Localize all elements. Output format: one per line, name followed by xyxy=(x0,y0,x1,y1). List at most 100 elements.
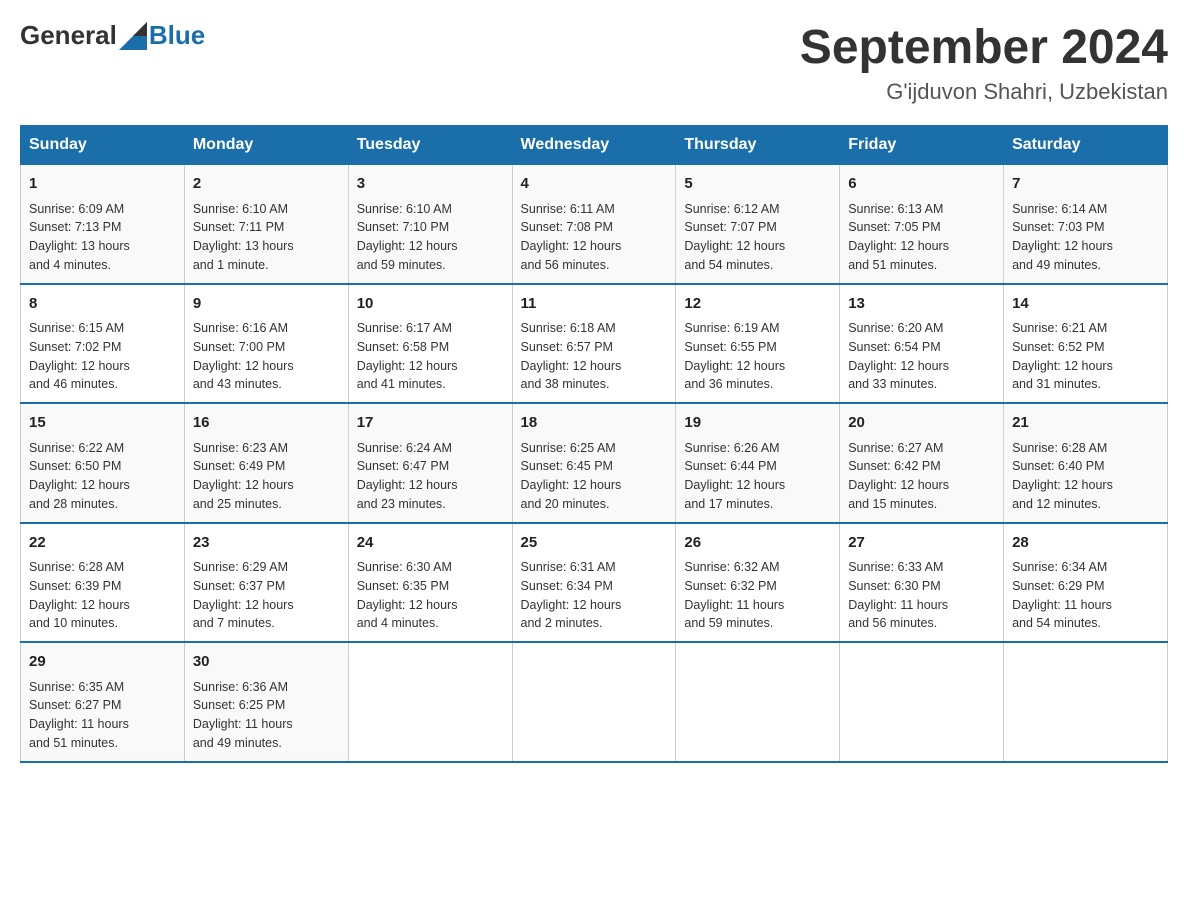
day-info: Sunrise: 6:21 AMSunset: 6:52 PMDaylight:… xyxy=(1012,319,1159,394)
calendar-cell: 28 Sunrise: 6:34 AMSunset: 6:29 PMDayligh… xyxy=(1004,523,1168,643)
day-number: 21 xyxy=(1012,412,1159,435)
calendar-cell: 24 Sunrise: 6:30 AMSunset: 6:35 PMDayligh… xyxy=(348,523,512,643)
week-row-5: 29 Sunrise: 6:35 AMSunset: 6:27 PMDayligh… xyxy=(21,642,1168,762)
day-info: Sunrise: 6:15 AMSunset: 7:02 PMDaylight:… xyxy=(29,319,176,394)
day-number: 24 xyxy=(357,532,504,555)
day-info: Sunrise: 6:18 AMSunset: 6:57 PMDaylight:… xyxy=(521,319,668,394)
calendar-cell xyxy=(840,642,1004,762)
calendar-cell: 16 Sunrise: 6:23 AMSunset: 6:49 PMDayligh… xyxy=(184,403,348,523)
day-info: Sunrise: 6:29 AMSunset: 6:37 PMDaylight:… xyxy=(193,558,340,633)
calendar-cell: 27 Sunrise: 6:33 AMSunset: 6:30 PMDayligh… xyxy=(840,523,1004,643)
calendar-table: Sunday Monday Tuesday Wednesday Thursday… xyxy=(20,125,1168,763)
day-number: 14 xyxy=(1012,293,1159,316)
calendar-cell: 11 Sunrise: 6:18 AMSunset: 6:57 PMDayligh… xyxy=(512,284,676,404)
calendar-cell: 26 Sunrise: 6:32 AMSunset: 6:32 PMDayligh… xyxy=(676,523,840,643)
day-number: 27 xyxy=(848,532,995,555)
calendar-cell: 19 Sunrise: 6:26 AMSunset: 6:44 PMDayligh… xyxy=(676,403,840,523)
calendar-cell: 22Sunrise: 6:28 AMSunset: 6:39 PMDayligh… xyxy=(21,523,185,643)
day-info: Sunrise: 6:10 AMSunset: 7:11 PMDaylight:… xyxy=(193,200,340,275)
day-number: 9 xyxy=(193,293,340,316)
day-info: Sunrise: 6:26 AMSunset: 6:44 PMDaylight:… xyxy=(684,439,831,514)
week-row-2: 8 Sunrise: 6:15 AMSunset: 7:02 PMDaylight… xyxy=(21,284,1168,404)
day-info: Sunrise: 6:36 AMSunset: 6:25 PMDaylight:… xyxy=(193,678,340,753)
day-info: Sunrise: 6:34 AMSunset: 6:29 PMDaylight:… xyxy=(1012,558,1159,633)
day-number: 6 xyxy=(848,173,995,196)
day-info: Sunrise: 6:30 AMSunset: 6:35 PMDaylight:… xyxy=(357,558,504,633)
calendar-cell: 6 Sunrise: 6:13 AMSunset: 7:05 PMDaylight… xyxy=(840,165,1004,284)
day-number: 1 xyxy=(29,173,176,196)
day-number: 18 xyxy=(521,412,668,435)
logo-blue-text: Blue xyxy=(149,20,205,51)
day-number: 5 xyxy=(684,173,831,196)
day-info: Sunrise: 6:32 AMSunset: 6:32 PMDaylight:… xyxy=(684,558,831,633)
calendar-cell: 10 Sunrise: 6:17 AMSunset: 6:58 PMDayligh… xyxy=(348,284,512,404)
day-info: Sunrise: 6:25 AMSunset: 6:45 PMDaylight:… xyxy=(521,439,668,514)
calendar-cell: 14 Sunrise: 6:21 AMSunset: 6:52 PMDayligh… xyxy=(1004,284,1168,404)
day-info: Sunrise: 6:12 AMSunset: 7:07 PMDaylight:… xyxy=(684,200,831,275)
calendar-cell xyxy=(512,642,676,762)
day-number: 30 xyxy=(193,651,340,674)
day-number: 3 xyxy=(357,173,504,196)
day-info: Sunrise: 6:14 AMSunset: 7:03 PMDaylight:… xyxy=(1012,200,1159,275)
day-info: Sunrise: 6:16 AMSunset: 7:00 PMDaylight:… xyxy=(193,319,340,394)
day-info: Sunrise: 6:17 AMSunset: 6:58 PMDaylight:… xyxy=(357,319,504,394)
day-number: 7 xyxy=(1012,173,1159,196)
calendar-cell: 29 Sunrise: 6:35 AMSunset: 6:27 PMDayligh… xyxy=(21,642,185,762)
logo-icon xyxy=(119,22,147,50)
day-info: Sunrise: 6:33 AMSunset: 6:30 PMDaylight:… xyxy=(848,558,995,633)
day-number: 8 xyxy=(29,293,176,316)
day-number: 17 xyxy=(357,412,504,435)
day-number: 10 xyxy=(357,293,504,316)
day-number: 26 xyxy=(684,532,831,555)
calendar-cell xyxy=(348,642,512,762)
col-wednesday: Wednesday xyxy=(512,126,676,165)
day-info: Sunrise: 6:13 AMSunset: 7:05 PMDaylight:… xyxy=(848,200,995,275)
day-info: Sunrise: 6:09 AMSunset: 7:13 PMDaylight:… xyxy=(29,200,176,275)
calendar-cell: 4Sunrise: 6:11 AMSunset: 7:08 PMDaylight… xyxy=(512,165,676,284)
calendar-cell: 1 Sunrise: 6:09 AMSunset: 7:13 PMDaylight… xyxy=(21,165,185,284)
calendar-cell: 2 Sunrise: 6:10 AMSunset: 7:11 PMDaylight… xyxy=(184,165,348,284)
day-number: 13 xyxy=(848,293,995,316)
day-number: 15 xyxy=(29,412,176,435)
calendar-cell: 13Sunrise: 6:20 AMSunset: 6:54 PMDayligh… xyxy=(840,284,1004,404)
day-number: 12 xyxy=(684,293,831,316)
calendar-cell: 5 Sunrise: 6:12 AMSunset: 7:07 PMDaylight… xyxy=(676,165,840,284)
calendar-title: September 2024 xyxy=(800,20,1168,75)
day-number: 11 xyxy=(521,293,668,316)
day-info: Sunrise: 6:10 AMSunset: 7:10 PMDaylight:… xyxy=(357,200,504,275)
week-row-1: 1 Sunrise: 6:09 AMSunset: 7:13 PMDaylight… xyxy=(21,165,1168,284)
calendar-cell: 23Sunrise: 6:29 AMSunset: 6:37 PMDayligh… xyxy=(184,523,348,643)
col-friday: Friday xyxy=(840,126,1004,165)
calendar-cell: 25Sunrise: 6:31 AMSunset: 6:34 PMDayligh… xyxy=(512,523,676,643)
col-saturday: Saturday xyxy=(1004,126,1168,165)
day-number: 19 xyxy=(684,412,831,435)
calendar-cell xyxy=(1004,642,1168,762)
day-number: 29 xyxy=(29,651,176,674)
calendar-subtitle: G'ijduvon Shahri, Uzbekistan xyxy=(800,79,1168,105)
day-info: Sunrise: 6:23 AMSunset: 6:49 PMDaylight:… xyxy=(193,439,340,514)
day-info: Sunrise: 6:35 AMSunset: 6:27 PMDaylight:… xyxy=(29,678,176,753)
day-info: Sunrise: 6:24 AMSunset: 6:47 PMDaylight:… xyxy=(357,439,504,514)
col-monday: Monday xyxy=(184,126,348,165)
day-number: 28 xyxy=(1012,532,1159,555)
calendar-cell: 12 Sunrise: 6:19 AMSunset: 6:55 PMDayligh… xyxy=(676,284,840,404)
day-info: Sunrise: 6:28 AMSunset: 6:40 PMDaylight:… xyxy=(1012,439,1159,514)
title-section: September 2024 G'ijduvon Shahri, Uzbekis… xyxy=(800,20,1168,105)
week-row-3: 15 Sunrise: 6:22 AMSunset: 6:50 PMDayligh… xyxy=(21,403,1168,523)
calendar-cell: 18 Sunrise: 6:25 AMSunset: 6:45 PMDayligh… xyxy=(512,403,676,523)
logo-general-text: General xyxy=(20,20,117,51)
day-info: Sunrise: 6:19 AMSunset: 6:55 PMDaylight:… xyxy=(684,319,831,394)
day-info: Sunrise: 6:27 AMSunset: 6:42 PMDaylight:… xyxy=(848,439,995,514)
calendar-cell: 3 Sunrise: 6:10 AMSunset: 7:10 PMDaylight… xyxy=(348,165,512,284)
col-thursday: Thursday xyxy=(676,126,840,165)
day-info: Sunrise: 6:22 AMSunset: 6:50 PMDaylight:… xyxy=(29,439,176,514)
calendar-cell: 20 Sunrise: 6:27 AMSunset: 6:42 PMDayligh… xyxy=(840,403,1004,523)
calendar-cell: 17 Sunrise: 6:24 AMSunset: 6:47 PMDayligh… xyxy=(348,403,512,523)
logo: General Blue xyxy=(20,20,205,51)
day-number: 25 xyxy=(521,532,668,555)
day-number: 16 xyxy=(193,412,340,435)
day-number: 20 xyxy=(848,412,995,435)
calendar-cell: 9 Sunrise: 6:16 AMSunset: 7:00 PMDaylight… xyxy=(184,284,348,404)
day-number: 2 xyxy=(193,173,340,196)
calendar-header-row: Sunday Monday Tuesday Wednesday Thursday… xyxy=(21,126,1168,165)
